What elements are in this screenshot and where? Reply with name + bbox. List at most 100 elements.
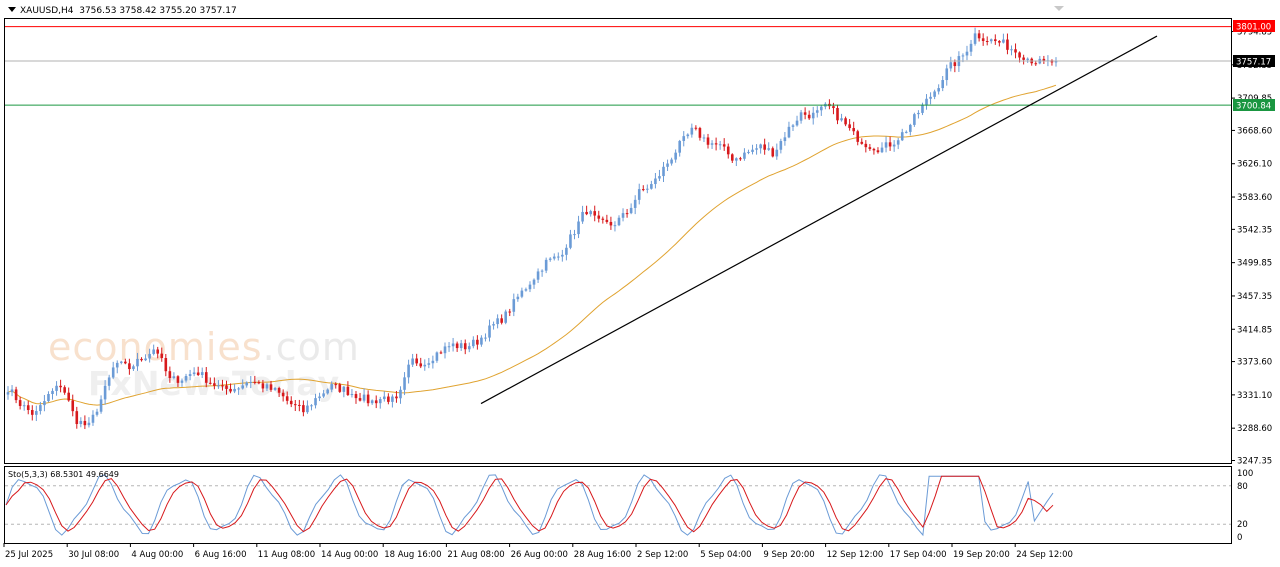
candle-body [921,104,924,113]
time-tick-label: 2 Sep 12:00 [637,550,688,560]
candle-body [953,62,957,67]
candle-body [200,372,204,376]
candle-body [293,404,297,406]
candle-body [637,189,641,200]
shift-marker-icon[interactable] [1054,6,1064,11]
candle-body [625,213,629,215]
candle-body [209,382,212,384]
candle-body [900,132,904,141]
candle-body [925,98,928,105]
candle-body [273,388,277,390]
candle-body [807,114,811,119]
candle-body [945,68,949,81]
candle-body [569,234,572,248]
time-tick-label: 5 Sep 04:00 [700,550,751,560]
candle-body [949,62,953,69]
candle-body [706,137,710,145]
candle-body [994,39,997,42]
candle-body [621,213,625,218]
candle-body [937,88,940,92]
candle-body [815,110,819,113]
candle-body [832,106,835,109]
candle-body [735,158,738,161]
candle-body [844,118,847,125]
candle-body [904,131,908,133]
candle-body [241,385,244,389]
candle-body [204,372,208,383]
candle-body [330,384,334,390]
candle-body [981,38,985,42]
candle-body [783,137,787,142]
time-tick-label: 21 Aug 08:00 [447,550,504,560]
candle-body [188,374,192,377]
candle-body [427,363,431,365]
time-tick-label: 14 Aug 00:00 [321,550,378,560]
candle-body [115,362,119,368]
stochastic-tick-label: 20 [1237,520,1248,530]
candle-body [484,337,487,339]
candle-body [852,128,855,132]
candle-body [488,325,491,338]
candle-body [346,386,350,395]
candle-body [269,384,273,390]
time-tick-label: 26 Aug 00:00 [511,550,568,560]
candle-body [213,383,216,386]
candle-body [811,112,815,119]
candle-body [1014,49,1017,53]
candle-body [682,136,686,141]
candle-body [888,142,892,147]
candle-body [751,149,754,152]
candle-body [913,114,916,125]
candle-body [512,299,516,312]
candle-body [79,420,83,425]
candle-body [496,318,499,325]
candle-body [467,346,471,350]
price-chart[interactable]: 3794.853752.353709.853668.603626.103583.… [0,0,1280,567]
candle-body [540,270,544,272]
candle-body [334,384,338,386]
candle-body [431,360,435,364]
candle-body [192,372,196,375]
candle-body [249,381,253,383]
price-tick-label: 3373.60 [1237,358,1272,368]
time-tick-label: 6 Aug 16:00 [195,550,247,560]
resistance-price-tag: 3801.00 [1236,23,1271,33]
candle-body [399,389,402,399]
candle-body [508,311,512,313]
candle-body [132,366,135,370]
time-tick-label: 18 Aug 16:00 [384,550,441,560]
candle-body [763,144,766,150]
candle-body [633,199,637,208]
candle-body [743,152,746,159]
candle-body [39,405,42,412]
candle-body [787,126,791,138]
candle-body [237,388,240,390]
candle-body [439,352,443,354]
support-price-tag: 3700.84 [1236,102,1271,112]
candle-body [714,143,718,145]
candle-body [217,385,220,387]
candle-body [702,137,706,139]
candle-body [277,388,281,393]
candle-body [342,386,346,392]
candle-body [1006,39,1009,50]
candle-body [791,125,795,127]
candle-body [144,358,147,361]
candle-body [261,383,265,389]
menu-triangle-icon[interactable] [8,7,16,12]
candle-body [124,361,127,364]
price-tick-label: 3457.35 [1237,292,1272,302]
candle-body [459,343,463,349]
candle-body [67,392,70,401]
candle-body [856,131,860,142]
candle-body [884,142,888,148]
candle-body [565,247,568,255]
candle-body [1002,39,1005,43]
candle-body [941,80,945,89]
time-tick-label: 19 Sep 20:00 [953,550,1010,560]
price-tick-label: 3331.10 [1237,391,1272,401]
candle-body [686,134,690,137]
candle-body [455,343,459,349]
candle-body [1026,58,1029,60]
candle-body [1018,52,1021,58]
